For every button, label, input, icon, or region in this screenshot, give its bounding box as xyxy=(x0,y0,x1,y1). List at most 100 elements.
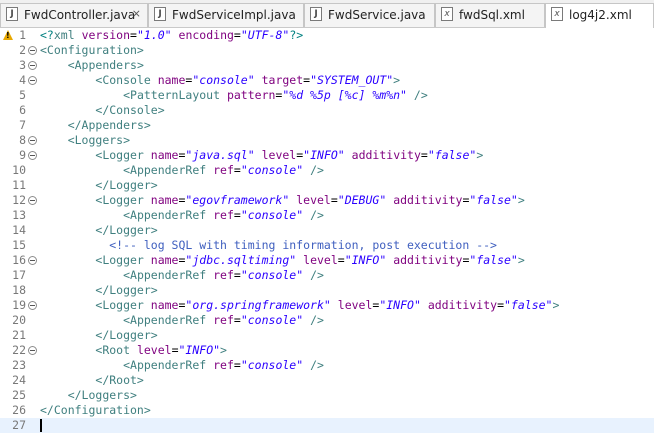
code-text[interactable]: <AppenderRef ref="console" /> xyxy=(40,358,324,373)
xml-attribute: name xyxy=(157,73,186,87)
xml-attribute: target xyxy=(261,73,304,87)
code-line[interactable]: 12 <Logger name="egovframework" level="D… xyxy=(0,193,654,208)
code-line[interactable]: 4 <Console name="console" target="SYSTEM… xyxy=(0,73,654,88)
line-gutter: 27 xyxy=(0,418,40,433)
code-line[interactable]: 1 <?xml version="1.0" encoding="UTF-8"?> xyxy=(0,28,654,43)
fold-collapse-icon[interactable] xyxy=(28,76,37,85)
tab-fwdsql-xml[interactable]: x fwdSql.xml xyxy=(435,3,545,27)
xml-attribute-value: "false" xyxy=(469,253,518,267)
xml-tag: /> xyxy=(310,313,324,327)
line-number: 24 xyxy=(12,373,26,387)
code-text[interactable]: <Logger name="jdbc.sqltiming" level="INF… xyxy=(40,253,524,268)
code-text[interactable]: <Configuration> xyxy=(40,43,144,58)
code-line[interactable]: 7 </Appenders> xyxy=(0,118,654,133)
code-text[interactable]: <Loggers> xyxy=(40,133,130,148)
code-text: = xyxy=(420,148,428,162)
fold-collapse-icon[interactable] xyxy=(28,151,37,160)
line-gutter: 2 xyxy=(0,43,40,58)
code-line[interactable]: 17 <AppenderRef ref="console" /> xyxy=(0,268,654,283)
xml-attribute-value: "console" xyxy=(192,73,255,87)
close-icon[interactable]: ⨯ xyxy=(132,7,141,20)
code-line[interactable]: 23 <AppenderRef ref="console" /> xyxy=(0,358,654,373)
line-number: 27 xyxy=(12,418,26,432)
code-line[interactable]: 15 <!-- log SQL with timing information,… xyxy=(0,238,654,253)
code-text[interactable]: </Console> xyxy=(40,103,164,118)
fold-collapse-icon[interactable] xyxy=(28,301,37,310)
code-line[interactable]: 25 </Loggers> xyxy=(0,388,654,403)
fold-collapse-icon[interactable] xyxy=(28,196,37,205)
code-text[interactable]: </Root> xyxy=(40,373,143,388)
code-line[interactable]: 6 </Console> xyxy=(0,103,654,118)
code-text[interactable]: </Logger> xyxy=(40,223,157,238)
code-line[interactable]: 9 <Logger name="java.sql" level="INFO" a… xyxy=(0,148,654,163)
tab-fwdservice-java[interactable]: J FwdService.java xyxy=(304,3,435,27)
code-line[interactable]: 20 <AppenderRef ref="console" /> xyxy=(0,313,654,328)
code-text: = xyxy=(233,163,241,177)
code-line[interactable]: 5 <PatternLayout pattern="%d %5p [%c] %m… xyxy=(0,88,654,103)
line-gutter: 10 xyxy=(0,163,40,178)
code-line[interactable]: 21 </Logger> xyxy=(0,328,654,343)
code-text[interactable]: <Logger name = "org.springframework" level… xyxy=(40,298,559,313)
code-line[interactable]: 11 </Logger> xyxy=(0,178,654,193)
code-line[interactable]: 19 <Logger name = "org.springframework" le… xyxy=(0,298,654,313)
line-number: 1 xyxy=(19,28,26,42)
fold-collapse-icon[interactable] xyxy=(28,346,37,355)
code-line[interactable]: 2 <Configuration> xyxy=(0,43,654,58)
code-line[interactable]: 14 </Logger> xyxy=(0,223,654,238)
code-text[interactable]: <AppenderRef ref="console" /> xyxy=(40,313,324,328)
code-text[interactable]: </Appenders> xyxy=(40,118,151,133)
tab-log4j2-xml[interactable]: x log4j2.xml xyxy=(545,3,654,28)
code-text[interactable]: <Logger name="egovframework" level="DEBU… xyxy=(40,193,524,208)
code-text[interactable]: <AppenderRef ref="console" /> xyxy=(40,163,324,178)
tab-fwdcontroller-java[interactable]: J FwdController.java ⨯ xyxy=(0,3,148,27)
code-line[interactable]: 27 xyxy=(0,418,654,433)
code-line[interactable]: 16 <Logger name="jdbc.sqltiming" level="… xyxy=(0,253,654,268)
code-line[interactable]: 18 </Logger> xyxy=(0,283,654,298)
xml-tag: /> xyxy=(310,163,324,177)
code-text[interactable]: <Console name="console" target="SYSTEM_O… xyxy=(40,73,400,88)
line-number: 23 xyxy=(12,358,26,372)
line-number: 25 xyxy=(12,388,26,402)
warning-icon[interactable] xyxy=(3,30,13,40)
xml-tag: <AppenderRef xyxy=(123,358,214,372)
code-line[interactable]: 8 <Loggers> xyxy=(0,133,654,148)
code-text[interactable]: <AppenderRef ref="console" /> xyxy=(40,208,324,223)
code-text[interactable]: <?xml version="1.0" encoding="UTF-8"?> xyxy=(40,28,303,43)
xml-attribute-value: "INFO" xyxy=(178,343,221,357)
code-text[interactable]: </Logger> xyxy=(40,178,157,193)
line-gutter: 11 xyxy=(0,178,40,193)
xml-code-editor[interactable]: 1<?xml version="1.0" encoding="UTF-8"?>2… xyxy=(0,28,654,439)
xml-attribute: level xyxy=(136,343,172,357)
code-line[interactable]: 13 <AppenderRef ref="console" /> xyxy=(0,208,654,223)
code-line[interactable]: 26 </Configuration> xyxy=(0,403,654,418)
code-text[interactable]: <Root level="INFO"> xyxy=(40,343,227,358)
code-text[interactable]: </Logger> xyxy=(40,328,157,343)
code-text[interactable]: <PatternLayout pattern="%d %5p [%c] %m%n… xyxy=(40,88,428,103)
code-text[interactable]: </Loggers> xyxy=(40,388,137,403)
tab-fwdserviceimpl-java[interactable]: J FwdServiceImpl.java xyxy=(148,3,304,27)
code-text[interactable]: </Logger> xyxy=(40,283,157,298)
fold-collapse-icon[interactable] xyxy=(28,46,37,55)
code-text[interactable]: <AppenderRef ref="console" /> xyxy=(40,268,324,283)
code-text[interactable]: </Configuration> xyxy=(40,403,151,418)
xml-attribute: additivity xyxy=(393,253,463,267)
java-file-icon: J xyxy=(154,7,166,21)
code-line[interactable]: 24 </Root> xyxy=(0,373,654,388)
code-line[interactable]: 22 <Root level="INFO"> xyxy=(0,343,654,358)
line-gutter: 4 xyxy=(0,73,40,88)
code-line[interactable]: 10 <AppenderRef ref="console" /> xyxy=(0,163,654,178)
tab-label: fwdSql.xml xyxy=(459,8,525,22)
xml-attribute-value: "%d %5p [%c] %m%n" xyxy=(282,88,407,102)
xml-attribute: name xyxy=(150,193,179,207)
code-text[interactable]: <Logger name="java.sql" level="INFO" add… xyxy=(40,148,483,163)
code-line[interactable]: 3 <Appenders> xyxy=(0,58,654,73)
fold-collapse-icon[interactable] xyxy=(28,61,37,70)
line-number: 20 xyxy=(12,313,26,327)
code-text[interactable]: <Appenders> xyxy=(40,58,144,73)
line-gutter: 1 xyxy=(0,28,40,43)
fold-collapse-icon[interactable] xyxy=(28,136,37,145)
xml-attribute-value: "UTF-8" xyxy=(240,28,290,42)
code-text[interactable]: <!-- log SQL with timing information, po… xyxy=(40,238,497,253)
fold-collapse-icon[interactable] xyxy=(28,256,37,265)
xml-tag: <Logger xyxy=(95,298,151,312)
